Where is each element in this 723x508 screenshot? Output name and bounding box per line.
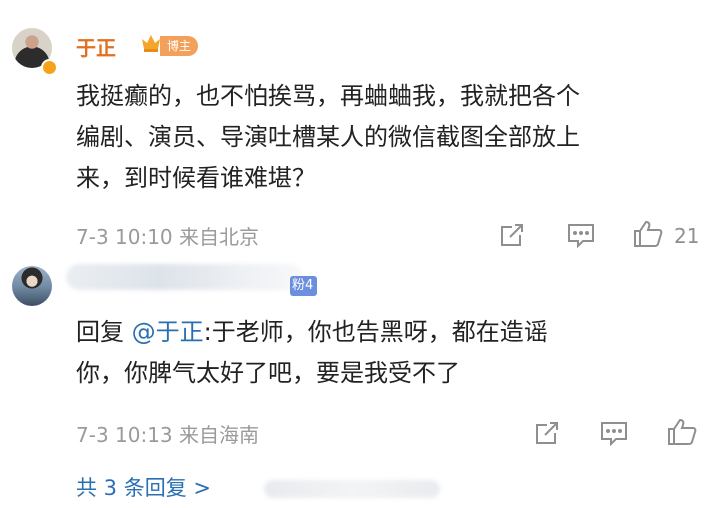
blogger-badge: 博主 (160, 36, 199, 56)
like-count: 21 (674, 224, 700, 248)
comment-text-line: 我挺癫的，也不怕挨骂，再蛐蛐我，我就把各个 (76, 82, 580, 110)
thumbs-up-icon[interactable] (666, 417, 698, 447)
comment-text-line: 来，到时候看谁难堪？ (76, 164, 316, 192)
reply-text-rest: :于老师，你也告黑呀，都在造谣 (203, 318, 548, 346)
comment-icon[interactable] (566, 221, 596, 249)
reply-text-line: 回复 @于正:于老师，你也告黑呀，都在造谣 (76, 312, 686, 353)
reply-location: 来自海南 (179, 423, 260, 447)
reply-time: 7-3 10:13 (76, 423, 173, 447)
share-icon[interactable] (498, 221, 526, 249)
comment-icon[interactable] (599, 419, 629, 447)
share-icon[interactable] (533, 419, 561, 447)
username[interactable]: 于正 (76, 32, 116, 61)
comment-time: 7-3 10:10 (76, 225, 173, 249)
reply-meta: 7-3 10:13 来自海南 (76, 419, 259, 448)
comment-text-line: 编剧、演员、导演吐槽某人的微信截图全部放上 (76, 123, 580, 151)
fan-badge: 粉4 (290, 276, 318, 296)
blurred-username[interactable] (66, 264, 302, 290)
reply-text-line: 你，你脾气太好了吧，要是我受不了 (76, 359, 460, 387)
mention-link[interactable]: @于正 (132, 318, 204, 346)
comment-location: 来自北京 (179, 225, 260, 249)
comment-text: 我挺癫的，也不怕挨骂，再蛐蛐我，我就把各个 编剧、演员、导演吐槽某人的微信截图全… (76, 76, 686, 199)
thumbs-up-icon[interactable] (632, 219, 664, 249)
comment-meta: 7-3 10:10 来自北京 (76, 221, 259, 250)
more-replies-link[interactable]: 共 3 条回复 > (76, 472, 211, 502)
reply-text: 回复 @于正:于老师，你也告黑呀，都在造谣 你，你脾气太好了吧，要是我受不了 (76, 312, 686, 394)
reply-prefix: 回复 (76, 318, 132, 346)
verified-badge-icon (41, 59, 58, 76)
crown-icon (142, 35, 160, 52)
avatar[interactable] (12, 266, 52, 306)
blurred-watermark (264, 480, 440, 498)
